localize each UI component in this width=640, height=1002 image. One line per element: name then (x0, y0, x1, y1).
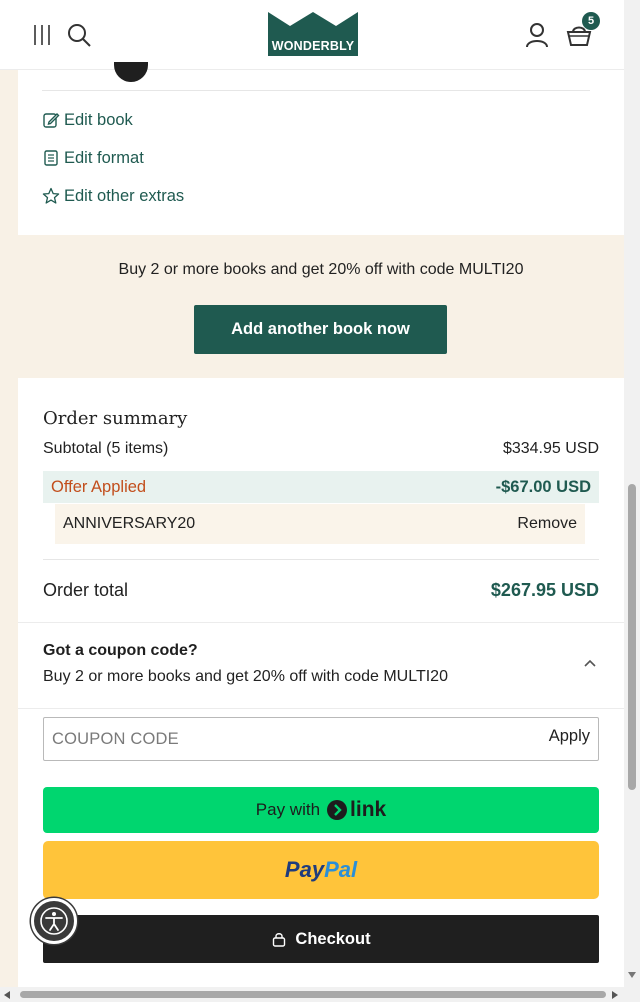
coupon-heading[interactable]: Got a coupon code? (43, 642, 198, 660)
offer-row: Offer Applied -$67.00 USD (43, 471, 599, 503)
remove-code-link[interactable]: Remove (517, 515, 577, 533)
edit-format-label: Edit format (64, 148, 144, 167)
summary-title: Order summary (43, 408, 188, 429)
lock-icon (273, 933, 286, 947)
paypal-button[interactable]: Pay Pal (43, 841, 599, 899)
apply-coupon-button[interactable]: Apply (549, 727, 590, 746)
divider (18, 708, 624, 709)
order-summary: Order summary Subtotal (5 items) $334.95… (18, 378, 624, 1002)
site-header: WONDERBLY 5 (0, 0, 624, 70)
coupon-subtext: Buy 2 or more books and get 20% off with… (43, 668, 448, 685)
paypal-pay-text: Pay (284, 857, 325, 882)
account-icon[interactable] (524, 21, 550, 49)
coupon-input[interactable] (52, 726, 512, 752)
avatar (114, 62, 148, 82)
order-total-row: Order total $267.95 USD (43, 580, 599, 601)
edit-extras-link[interactable]: Edit other extras (42, 185, 184, 207)
divider (43, 559, 599, 560)
search-icon[interactable] (66, 22, 92, 48)
logo-text: WONDERBLY (268, 36, 358, 56)
accessibility-button[interactable] (31, 898, 77, 944)
chevron-up-icon[interactable] (582, 656, 598, 668)
promo-text: Buy 2 or more books and get 20% off with… (118, 261, 524, 278)
pay-with-link-button[interactable]: Pay with link (43, 787, 599, 833)
edit-format-link[interactable]: Edit format (42, 147, 144, 169)
subtotal-value: $334.95 USD (502, 440, 599, 457)
checkout-label: Checkout (295, 929, 371, 948)
coupon-field: Apply (43, 717, 599, 761)
divider (18, 622, 624, 623)
accessibility-icon (40, 907, 68, 935)
scroll-right-arrow-icon[interactable] (612, 991, 618, 999)
subtotal-label: Subtotal (5 items) (43, 440, 169, 457)
scroll-down-arrow-icon[interactable] (628, 972, 636, 978)
total-value: $267.95 USD (490, 580, 599, 600)
cart-item-actions: Edit book Edit format Edit other extras (18, 62, 624, 235)
scroll-left-arrow-icon[interactable] (4, 991, 10, 999)
divider (42, 90, 590, 91)
basket-count-badge: 5 (582, 12, 600, 30)
edit-book-link[interactable]: Edit book (42, 109, 133, 131)
link-arrow-icon (327, 800, 348, 820)
edit-extras-label: Edit other extras (64, 186, 185, 205)
link-word: link (350, 798, 387, 821)
document-icon (44, 150, 58, 166)
vertical-scrollbar[interactable] (624, 0, 640, 987)
horizontal-scroll-thumb[interactable] (20, 991, 606, 998)
multibuy-promo: Buy 2 or more books and get 20% off with… (18, 235, 624, 378)
total-label: Order total (43, 580, 129, 600)
vertical-scroll-thumb[interactable] (628, 484, 636, 790)
offer-value: -$67.00 USD (495, 477, 591, 496)
add-another-book-button[interactable]: Add another book now (194, 305, 447, 354)
horizontal-scrollbar[interactable] (0, 987, 640, 1002)
checkout-button[interactable]: Checkout (43, 915, 599, 963)
applied-code-row: ANNIVERSARY20 Remove (55, 504, 585, 544)
wonderbly-logo[interactable]: WONDERBLY (268, 12, 358, 56)
menu-icon[interactable] (30, 22, 54, 48)
offer-label: Offer Applied (51, 477, 147, 496)
edit-book-label: Edit book (64, 110, 133, 129)
applied-code: ANNIVERSARY20 (63, 515, 196, 532)
star-icon (42, 187, 60, 204)
link-prefix: Pay with (255, 800, 321, 819)
edit-pencil-icon (43, 113, 60, 128)
paypal-pal-text: Pal (324, 857, 358, 882)
subtotal-row: Subtotal (5 items) $334.95 USD (43, 440, 599, 458)
